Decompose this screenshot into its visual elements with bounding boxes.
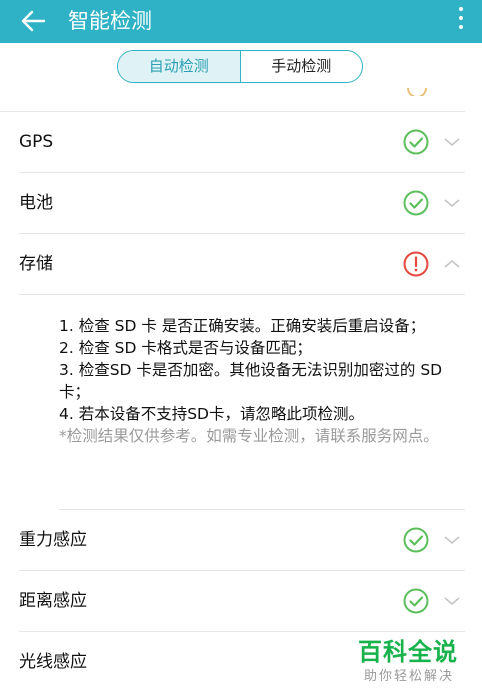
check-label: 电池	[19, 193, 53, 213]
check-label: 光线感应	[19, 652, 87, 672]
check-circle-icon	[403, 527, 429, 553]
watermark-title: 百科全说	[358, 638, 458, 666]
check-row-storage[interactable]: 存储	[0, 234, 482, 294]
detail-line: 2. 检查 SD 卡格式是否与设备匹配；	[59, 339, 312, 357]
check-label: GPS	[19, 132, 54, 152]
storage-detail: 1. 检查 SD 卡 是否正确安装。正确安装后重启设备； 2. 检查 SD 卡格…	[59, 315, 459, 447]
check-row-proximity-sensor[interactable]: 距离感应	[0, 571, 482, 631]
mode-segmented-control: 自动检测 手动检测	[117, 50, 363, 83]
detail-line: 4. 若本设备不支持SD卡，请忽略此项检测。	[59, 405, 364, 423]
divider	[19, 294, 465, 295]
more-menu-button[interactable]	[452, 2, 470, 40]
chevron-up-icon[interactable]	[443, 256, 461, 272]
check-label: 重力感应	[19, 530, 87, 550]
arrow-left-icon	[21, 10, 46, 32]
check-circle-icon	[407, 88, 427, 96]
check-circle-icon	[403, 129, 429, 155]
alert-circle-icon	[403, 251, 429, 277]
tab-auto-detect[interactable]: 自动检测	[118, 51, 241, 82]
check-row-gps[interactable]: GPS	[0, 112, 482, 172]
chevron-down-icon[interactable]	[443, 195, 461, 211]
check-circle-icon	[403, 588, 429, 614]
check-row-battery[interactable]: 电池	[0, 173, 482, 233]
watermark-logo: 百科全说 助你轻松解决	[358, 632, 478, 688]
more-vertical-icon	[459, 7, 463, 11]
back-button[interactable]	[14, 0, 54, 43]
watermark-subtitle: 助你轻松解决	[364, 669, 455, 684]
tab-manual-detect[interactable]: 手动检测	[241, 51, 363, 82]
chevron-down-icon[interactable]	[443, 134, 461, 150]
chevron-down-icon[interactable]	[443, 532, 461, 548]
page-title: 智能检测	[68, 9, 152, 33]
check-label: 距离感应	[19, 591, 87, 611]
check-row-gravity-sensor[interactable]: 重力感应	[0, 510, 482, 570]
disclaimer-note: *检测结果仅供参考。如需专业检测，请联系服务网点。	[59, 427, 439, 445]
check-label: 存储	[19, 254, 53, 274]
app-bar: 智能检测	[0, 0, 482, 43]
chevron-down-icon[interactable]	[443, 593, 461, 609]
check-circle-icon	[403, 190, 429, 216]
detail-line: 1. 检查 SD 卡 是否正确安装。正确安装后重启设备；	[59, 317, 426, 335]
detail-line: 3. 检查SD 卡是否加密。其他设备无法识别加密过的 SD 卡；	[59, 361, 443, 401]
